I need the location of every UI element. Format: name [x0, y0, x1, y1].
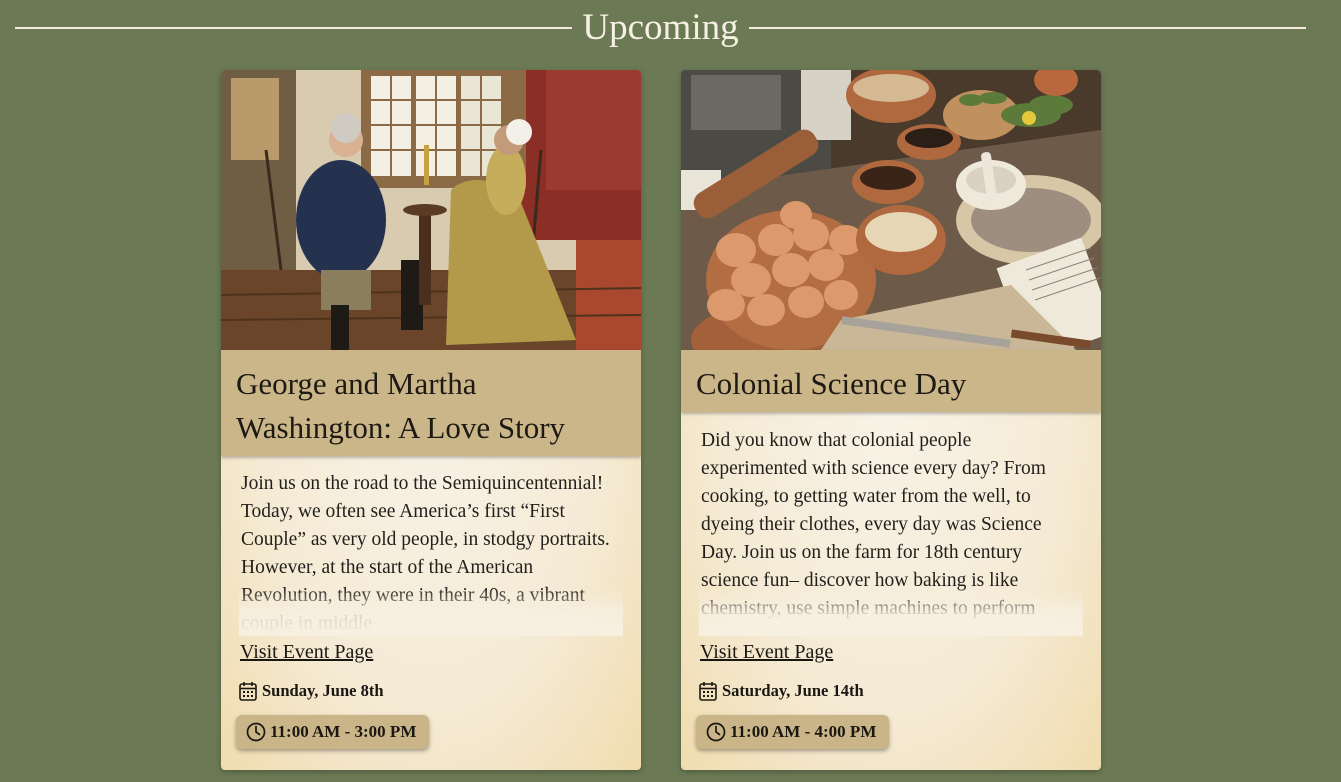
- event-card: George and Martha Washington: A Love Sto…: [221, 70, 641, 770]
- clock-icon: [246, 722, 266, 742]
- event-photo[interactable]: [221, 70, 641, 350]
- event-title-bar: Colonial Science Day: [681, 350, 1101, 412]
- calendar-icon: [699, 682, 717, 701]
- clock-icon: [706, 722, 726, 742]
- event-title: Colonial Science Day: [696, 366, 967, 401]
- event-photo[interactable]: [681, 70, 1101, 350]
- event-date-label: Sunday, June 8th: [262, 681, 384, 700]
- heading-rule-left: [15, 27, 573, 29]
- visit-event-link[interactable]: Visit Event Page: [700, 641, 833, 664]
- event-title-bar: George and Martha Washington: A Love Sto…: [221, 350, 641, 456]
- visit-event-link[interactable]: Visit Event Page: [240, 641, 373, 664]
- event-time-label: 11:00 AM - 4:00 PM: [730, 722, 877, 741]
- event-date: Saturday, June 14th: [699, 679, 864, 703]
- event-time-badge: 11:00 AM - 3:00 PM: [236, 715, 430, 749]
- event-date-label: Saturday, June 14th: [722, 681, 864, 700]
- event-time-label: 11:00 AM - 3:00 PM: [270, 722, 417, 741]
- description-fade: [699, 588, 1083, 636]
- event-card: Colonial Science Day Did you know that c…: [681, 70, 1101, 770]
- description-fade: [239, 588, 623, 636]
- calendar-icon: [239, 682, 257, 701]
- event-time-badge: 11:00 AM - 4:00 PM: [696, 715, 890, 749]
- section-title: Upcoming: [582, 7, 739, 48]
- event-date: Sunday, June 8th: [239, 679, 384, 703]
- heading-rule-right: [748, 27, 1307, 29]
- section-heading: Upcoming: [15, 6, 1307, 50]
- event-title: George and Martha Washington: A Love Sto…: [236, 366, 566, 445]
